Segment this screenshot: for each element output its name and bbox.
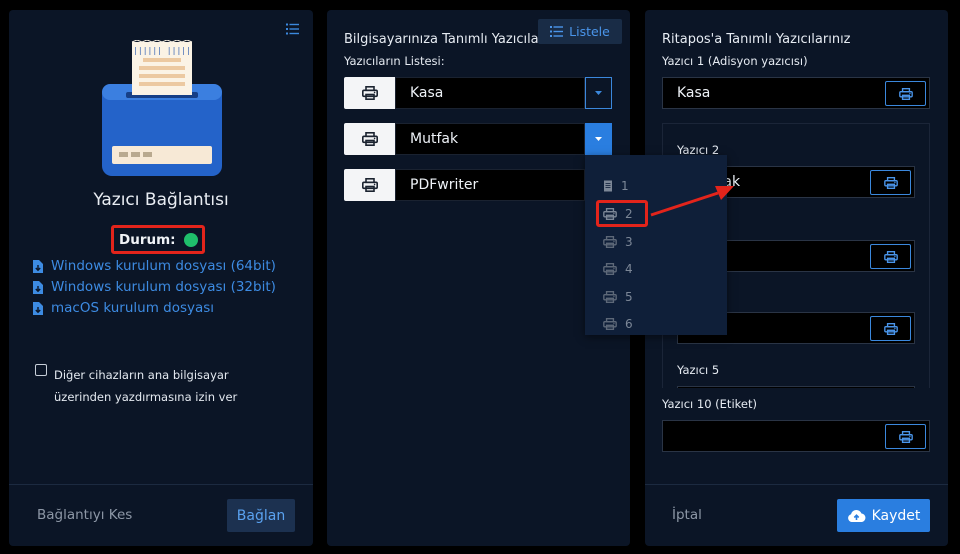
cancel-button[interactable]: İptal — [672, 507, 702, 523]
option-highlight — [596, 200, 648, 227]
print-test-button[interactable] — [344, 169, 395, 201]
dropdown-option-1[interactable]: 1 — [603, 179, 629, 193]
link-label: macOS kurulum dosyası — [51, 300, 215, 316]
printer5-field[interactable] — [677, 386, 915, 388]
dropdown-option-4[interactable]: 4 — [603, 262, 633, 276]
printer-illustration: |||||| ||||| — [102, 40, 222, 176]
printer10-label: Yazıcı 10 (Etiket) — [662, 397, 757, 411]
option-label: 6 — [625, 317, 633, 331]
printer-icon — [603, 291, 617, 303]
disconnect-button[interactable]: Bağlantıyı Kes — [37, 507, 132, 523]
printer-icon — [884, 251, 898, 263]
printer-row-pdfwriter: PDFwriter — [344, 169, 612, 201]
printer-icon — [884, 177, 898, 189]
save-button[interactable]: Kaydet — [837, 499, 930, 532]
printer-select[interactable]: Mutfak — [395, 123, 585, 155]
chevron-down-icon — [595, 137, 602, 141]
printer2-test-button[interactable] — [870, 170, 911, 195]
download-file-icon — [32, 281, 43, 294]
panel-title: Ritapos'a Tanımlı Yazıcılarınız — [662, 32, 851, 47]
printer1-field[interactable]: Kasa — [662, 77, 930, 109]
printer-icon — [362, 132, 378, 146]
cloud-upload-icon — [847, 509, 866, 522]
printer-icon — [899, 88, 913, 100]
panel-title: Bilgisayarınıza Tanımlı Yazıcılar — [344, 32, 544, 47]
connect-button[interactable]: Bağlan — [227, 499, 295, 532]
print-test-button[interactable] — [344, 123, 395, 155]
printer1-value: Kasa — [677, 85, 711, 101]
printer4-test-button[interactable] — [870, 316, 911, 341]
option-label: 3 — [625, 235, 633, 249]
printer5-label: Yazıcı 5 — [677, 363, 720, 377]
download-link-macos[interactable]: macOS kurulum dosyası — [32, 300, 214, 316]
printer-row-mutfak: Mutfak — [344, 123, 612, 155]
download-file-icon — [32, 260, 43, 273]
list-icon[interactable] — [286, 23, 299, 35]
printer-icon — [884, 323, 898, 335]
printer-connection-panel: |||||| ||||| Yazıcı Bağlantısı Durum: Wi… — [9, 10, 313, 546]
panel-title: Yazıcı Bağlantısı — [93, 190, 229, 210]
list-button-label: Listele — [569, 24, 610, 39]
option-label: 1 — [621, 179, 629, 193]
printer10-field[interactable] — [662, 420, 930, 452]
printer-icon — [899, 431, 913, 443]
save-label: Kaydet — [871, 507, 921, 524]
printer-select[interactable]: PDFwriter — [395, 169, 585, 201]
option-label: 5 — [625, 290, 633, 304]
dropdown-option-3[interactable]: 3 — [603, 235, 633, 249]
link-label: Windows kurulum dosyası (64bit) — [51, 258, 276, 274]
printer-icon — [603, 318, 617, 330]
printer-icon — [603, 263, 617, 275]
annotation-arrow — [650, 186, 734, 217]
left-footer: Bağlantıyı Kes Bağlan — [9, 484, 313, 546]
right-footer: İptal Kaydet — [645, 484, 948, 546]
printer-row-kasa: Kasa — [344, 77, 612, 109]
print-test-button[interactable] — [344, 77, 395, 109]
link-label: Windows kurulum dosyası (32bit) — [51, 279, 276, 295]
download-link-win32[interactable]: Windows kurulum dosyası (32bit) — [32, 279, 276, 295]
chevron-down-icon — [595, 91, 602, 95]
receipt-barcode: |||||| ||||| — [133, 46, 191, 55]
printer-list-label: Yazıcıların Listesi: — [344, 54, 445, 68]
printer-icon — [603, 236, 617, 248]
option-label: 4 — [625, 262, 633, 276]
printer3-test-button[interactable] — [870, 244, 911, 269]
checkbox-label-line1: Diğer cihazların ana bilgisayar — [54, 368, 229, 382]
share-checkbox[interactable] — [35, 364, 47, 376]
checkbox-label-line2: üzerinden yazdırmasına izin ver — [54, 390, 238, 404]
printer-select[interactable]: Kasa — [395, 77, 585, 109]
printer1-test-button[interactable] — [885, 81, 926, 106]
status-highlight — [111, 225, 205, 254]
printer1-label: Yazıcı 1 (Adisyon yazıcısı) — [662, 54, 808, 68]
printer-icon — [362, 178, 378, 192]
dropdown-toggle[interactable] — [585, 77, 612, 109]
list-icon — [550, 26, 564, 37]
share-checkbox-label: Diğer cihazların ana bilgisayar üzerinde… — [54, 364, 237, 408]
printer-icon — [362, 86, 378, 100]
download-file-icon — [32, 302, 43, 315]
dropdown-option-5[interactable]: 5 — [603, 290, 633, 304]
printer10-test-button[interactable] — [885, 424, 926, 449]
document-icon — [604, 180, 612, 192]
dropdown-toggle[interactable] — [585, 123, 612, 155]
list-printers-button[interactable]: Listele — [538, 19, 622, 44]
download-link-win64[interactable]: Windows kurulum dosyası (64bit) — [32, 258, 276, 274]
dropdown-option-6[interactable]: 6 — [603, 317, 633, 331]
